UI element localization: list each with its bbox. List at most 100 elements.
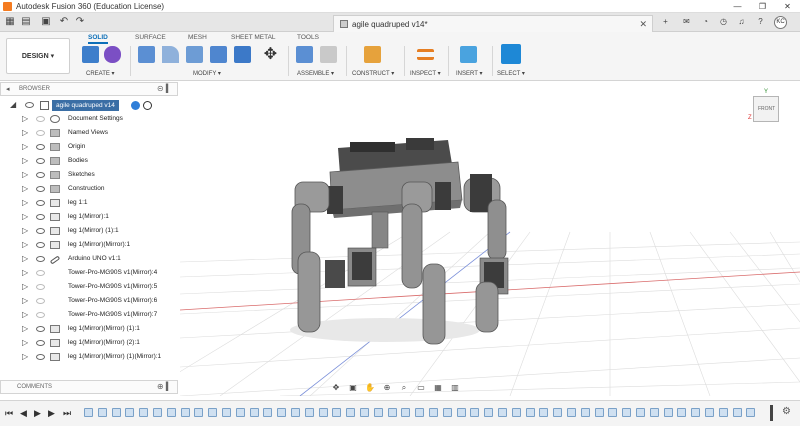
browser-root[interactable]: ◢ agile quadruped v14	[0, 99, 178, 112]
assemble-menu[interactable]: ASSEMBLE ▾	[297, 70, 334, 77]
timeline-feature-icon[interactable]	[677, 408, 687, 417]
expand-arrow-icon[interactable]: ▷	[22, 352, 28, 361]
tree-item[interactable]: ▷ Bodies	[0, 155, 178, 168]
timeline-feature-icon[interactable]	[346, 408, 356, 417]
zoom-icon[interactable]: ⊕	[381, 382, 393, 393]
timeline-feature-icon[interactable]	[567, 408, 576, 417]
play-icon[interactable]: ▶	[34, 408, 41, 419]
visibility-eye-icon[interactable]	[36, 340, 45, 346]
visibility-eye-icon[interactable]	[36, 354, 45, 360]
expand-arrow-icon[interactable]: ▷	[22, 268, 28, 277]
visibility-eye-icon[interactable]	[25, 102, 34, 108]
chamfer-icon[interactable]	[186, 46, 203, 63]
timeline-feature-icon[interactable]	[222, 408, 231, 417]
visibility-eye-icon[interactable]	[36, 214, 45, 220]
visibility-eye-icon[interactable]	[36, 130, 45, 136]
visibility-eye-icon[interactable]	[36, 228, 45, 234]
visibility-eye-icon[interactable]	[36, 144, 45, 150]
comments-panel[interactable]: COMMENTS ⊕ ▍	[0, 380, 178, 394]
visibility-eye-icon[interactable]	[36, 200, 45, 206]
redo-icon[interactable]: ↷	[74, 16, 86, 28]
expand-arrow-icon[interactable]: ▷	[22, 254, 28, 263]
move-icon[interactable]: ✥	[262, 46, 279, 63]
timeline-feature-icon[interactable]	[318, 408, 328, 417]
visibility-eye-icon[interactable]	[36, 312, 45, 318]
undo-icon[interactable]: ↶	[58, 16, 70, 28]
user-avatar[interactable]: KC	[774, 16, 787, 29]
timeline-settings-icon[interactable]: ⚙	[782, 406, 791, 417]
timeline-feature-icon[interactable]	[539, 408, 549, 417]
timeline-feature-icon[interactable]	[153, 408, 162, 417]
timeline-feature-icon[interactable]	[553, 408, 563, 417]
tree-item[interactable]: ▷ Named Views	[0, 127, 178, 140]
measure-icon[interactable]	[417, 49, 434, 60]
timeline-feature-icon[interactable]	[718, 408, 728, 417]
new-tab-icon[interactable]: +	[660, 16, 671, 27]
timeline-feature-icon[interactable]	[139, 408, 149, 417]
workspace-switcher[interactable]: DESIGN ▾	[6, 38, 70, 74]
visibility-eye-icon[interactable]	[36, 256, 45, 262]
expand-arrow-icon[interactable]: ▷	[22, 282, 28, 291]
timeline-feature-icon[interactable]	[291, 408, 300, 417]
timeline-feature-icon[interactable]	[360, 408, 369, 417]
grid-settings-icon[interactable]: ▦	[432, 382, 444, 393]
construct-menu[interactable]: CONSTRUCT ▾	[352, 70, 394, 77]
create-form-icon[interactable]	[104, 46, 121, 63]
tree-item[interactable]: ▷ Tower-Pro-MG90S v1(Mirror):7	[0, 309, 178, 322]
expand-arrow-icon[interactable]: ▷	[22, 310, 28, 319]
timeline-feature-icon[interactable]	[125, 408, 135, 417]
display-settings-icon[interactable]: ▭	[415, 382, 427, 393]
expand-arrow-icon[interactable]: ▷	[22, 212, 28, 221]
timeline-feature-icon[interactable]	[498, 408, 507, 417]
job-status-icon[interactable]: ◔	[700, 16, 711, 27]
timeline-feature-icon[interactable]	[208, 408, 218, 417]
timeline-feature-icon[interactable]	[456, 408, 466, 417]
close-tab-icon[interactable]: ✕	[639, 19, 647, 30]
expand-arrow-icon[interactable]: ▷	[22, 128, 28, 137]
tree-item[interactable]: ▷ leg 1(Mirror)(Mirror) (1):1	[0, 323, 178, 336]
visibility-eye-icon[interactable]	[36, 186, 45, 192]
panel-options-icon[interactable]: ⊝ ▍	[157, 84, 172, 93]
new-component-icon[interactable]	[82, 46, 99, 63]
activate-badge-icon[interactable]	[131, 101, 140, 110]
create-menu[interactable]: CREATE ▾	[86, 70, 115, 77]
timeline-feature-icon[interactable]	[415, 408, 425, 417]
visibility-eye-icon[interactable]	[36, 298, 45, 304]
expand-arrow-icon[interactable]: ▷	[22, 296, 28, 305]
tree-item[interactable]: ▷ Tower-Pro-MG90S v1(Mirror):6	[0, 295, 178, 308]
pan-icon[interactable]: ✋	[364, 382, 376, 393]
look-at-icon[interactable]: ▣	[347, 382, 359, 393]
tree-item[interactable]: ▷ Tower-Pro-MG90S v1(Mirror):5	[0, 281, 178, 294]
tree-item[interactable]: ▷ Document Settings	[0, 113, 178, 126]
timeline-feature-icon[interactable]	[442, 408, 452, 417]
visibility-eye-icon[interactable]	[36, 116, 45, 122]
expand-arrow-icon[interactable]: ▷	[22, 114, 28, 123]
expand-arrow-icon[interactable]: ▷	[22, 226, 28, 235]
file-menu-icon[interactable]: ▤	[20, 16, 32, 28]
go-to-end-icon[interactable]: ⏭	[63, 408, 71, 419]
minimize-button[interactable]: —	[725, 0, 750, 13]
timeline-feature-icon[interactable]	[97, 408, 107, 417]
viewport-canvas[interactable]	[180, 82, 800, 396]
insert-menu[interactable]: INSERT ▾	[456, 70, 482, 77]
timeline-feature-icon[interactable]	[387, 408, 397, 417]
timeline-feature-icon[interactable]	[705, 408, 714, 417]
tree-item[interactable]: ▷ leg 1(Mirror)(Mirror) (2):1	[0, 337, 178, 350]
timeline-feature-icon[interactable]	[194, 408, 204, 417]
tree-item[interactable]: ▷ Sketches	[0, 169, 178, 182]
timeline-feature-icon[interactable]	[470, 408, 480, 417]
timeline-feature-icon[interactable]	[249, 408, 259, 417]
select-menu[interactable]: SELECT ▾	[497, 70, 525, 77]
inspect-menu[interactable]: INSPECT ▾	[410, 70, 441, 77]
orbit-icon[interactable]: ✥	[330, 382, 342, 393]
expand-arrow-icon[interactable]: ▷	[22, 170, 28, 179]
browser-panel-header[interactable]: ◂ BROWSER ⊝ ▍	[0, 82, 178, 96]
offset-plane-icon[interactable]	[364, 46, 381, 63]
timeline-feature-icon[interactable]	[84, 408, 93, 417]
timeline-feature-icon[interactable]	[732, 408, 742, 417]
timeline-feature-icon[interactable]	[166, 408, 176, 417]
modify-menu[interactable]: MODIFY ▾	[193, 70, 221, 77]
select-icon[interactable]	[501, 44, 521, 64]
timeline-feature-icon[interactable]	[332, 408, 342, 417]
expand-arrow-icon[interactable]: ▷	[22, 338, 28, 347]
